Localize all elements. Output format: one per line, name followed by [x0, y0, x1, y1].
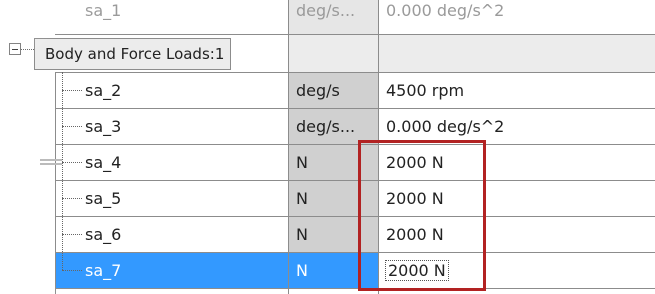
property-grid-screenshot: sa_1 deg/s... 0.000 deg/s^2 Body and For… — [0, 0, 655, 294]
row-unit: deg/s... — [288, 108, 378, 144]
row-value[interactable]: 2000 N — [378, 216, 655, 252]
row-name: sa_6 — [85, 224, 122, 244]
row-name: sa_3 — [85, 116, 122, 136]
row-unit: N — [288, 144, 378, 180]
row-value[interactable]: 0.000 deg/s^2 — [378, 108, 655, 144]
grid-line — [55, 144, 655, 145]
row-unit: N — [288, 216, 378, 252]
table-row[interactable]: sa_3 deg/s... 0.000 deg/s^2 — [0, 108, 655, 144]
row-value[interactable]: 4500 rpm — [378, 72, 655, 108]
row-name: sa_1 — [85, 0, 122, 20]
row-unit: deg/s — [288, 72, 378, 108]
group-value-cell — [378, 34, 655, 72]
row-name: sa_4 — [85, 152, 122, 172]
tree-connector — [62, 198, 82, 199]
row-unit: deg/s... — [288, 0, 378, 34]
tree-connector — [62, 270, 82, 271]
grid-line — [55, 252, 655, 253]
row-value[interactable]: 0.000 deg/s^2 — [378, 0, 655, 34]
row-value[interactable]: 2000 N — [378, 144, 655, 180]
tree-connector — [62, 90, 82, 91]
tree-connector — [62, 72, 63, 270]
property-grid: sa_1 deg/s... 0.000 deg/s^2 Body and For… — [0, 0, 655, 294]
row-name: sa_7 — [55, 252, 288, 288]
table-row-selected[interactable]: sa_7 N 2000 N — [0, 252, 655, 288]
row-name: sa_2 — [85, 80, 122, 100]
grid-line — [378, 0, 379, 294]
table-row[interactable]: sa_4 N 2000 N — [0, 144, 655, 180]
grid-line — [55, 72, 56, 294]
tree-connector — [62, 162, 82, 163]
splitter-grip — [40, 159, 62, 165]
grid-line — [55, 288, 655, 289]
grid-line — [55, 216, 655, 217]
row-unit: N — [288, 252, 378, 288]
collapse-minus-icon[interactable] — [9, 43, 21, 55]
tree-connector — [62, 234, 82, 235]
row-value[interactable]: 2000 N — [385, 259, 449, 281]
group-row[interactable]: Body and Force Loads:1 — [0, 34, 655, 72]
grid-line — [288, 0, 289, 294]
group-unit-cell — [288, 34, 378, 72]
table-row[interactable]: sa_6 N 2000 N — [0, 216, 655, 252]
table-row-sa-1[interactable]: sa_1 deg/s... 0.000 deg/s^2 — [0, 0, 655, 34]
row-unit: N — [288, 180, 378, 216]
row-name: sa_5 — [85, 188, 122, 208]
group-label[interactable]: Body and Force Loads:1 — [34, 38, 232, 70]
row-value[interactable]: 2000 N — [378, 180, 655, 216]
table-row[interactable]: sa_5 N 2000 N — [0, 180, 655, 216]
grid-line — [55, 34, 655, 35]
tree-connector — [62, 126, 82, 127]
tree-connector — [21, 49, 34, 50]
row-value-cell[interactable]: 2000 N — [378, 252, 655, 288]
grid-line — [55, 108, 655, 109]
grid-line — [55, 72, 655, 73]
table-row[interactable]: sa_2 deg/s 4500 rpm — [0, 72, 655, 108]
grid-line — [55, 180, 655, 181]
